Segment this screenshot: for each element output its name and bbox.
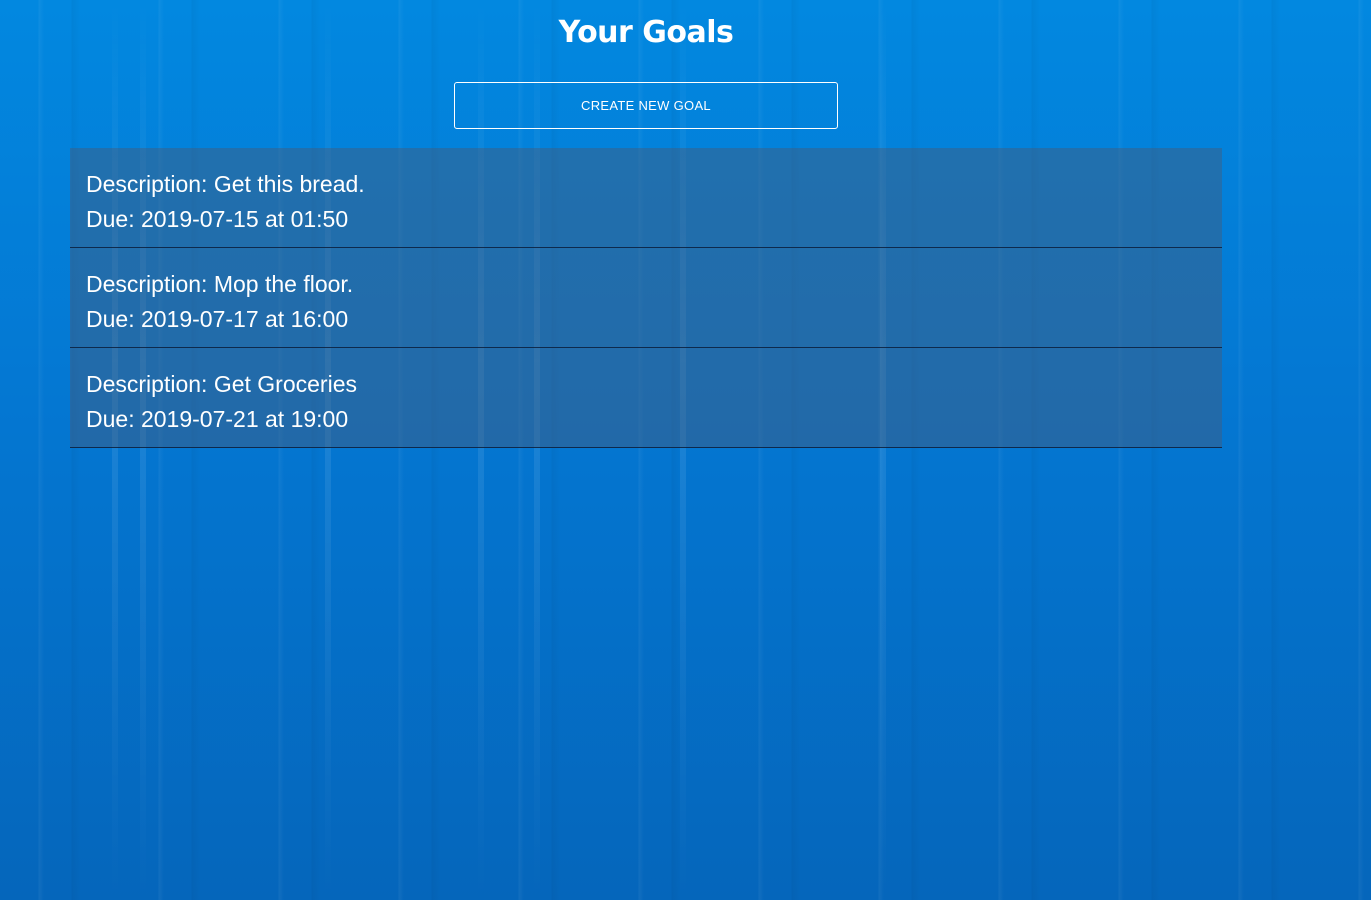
background-streak xyxy=(680,0,686,900)
goal-due-date: Due: 2019-07-21 at 19:00 xyxy=(86,406,349,432)
goal-description: Description: Get this bread. xyxy=(86,171,365,197)
page-title: Your Goals xyxy=(558,15,734,50)
background-streak xyxy=(478,0,484,900)
background-streak xyxy=(112,0,118,900)
goal-description: Description: Mop the floor. xyxy=(86,271,354,297)
goal-list: Description: Get this bread. Due: 2019-0… xyxy=(70,148,1222,448)
goal-due-date: Due: 2019-07-17 at 16:00 xyxy=(86,306,349,332)
background-streak xyxy=(325,0,331,900)
goal-list-item[interactable]: Description: Get Groceries Due: 2019-07-… xyxy=(70,348,1222,448)
create-new-goal-button[interactable]: CREATE NEW GOAL xyxy=(454,82,838,129)
goal-description: Description: Get Groceries xyxy=(86,371,357,397)
goal-list-item[interactable]: Description: Mop the floor. Due: 2019-07… xyxy=(70,248,1222,348)
background-streak xyxy=(140,0,146,900)
goal-due-date: Due: 2019-07-15 at 01:50 xyxy=(86,206,349,232)
background-streak xyxy=(880,0,886,900)
goal-list-item[interactable]: Description: Get this bread. Due: 2019-0… xyxy=(70,148,1222,248)
background-streak xyxy=(534,0,540,900)
